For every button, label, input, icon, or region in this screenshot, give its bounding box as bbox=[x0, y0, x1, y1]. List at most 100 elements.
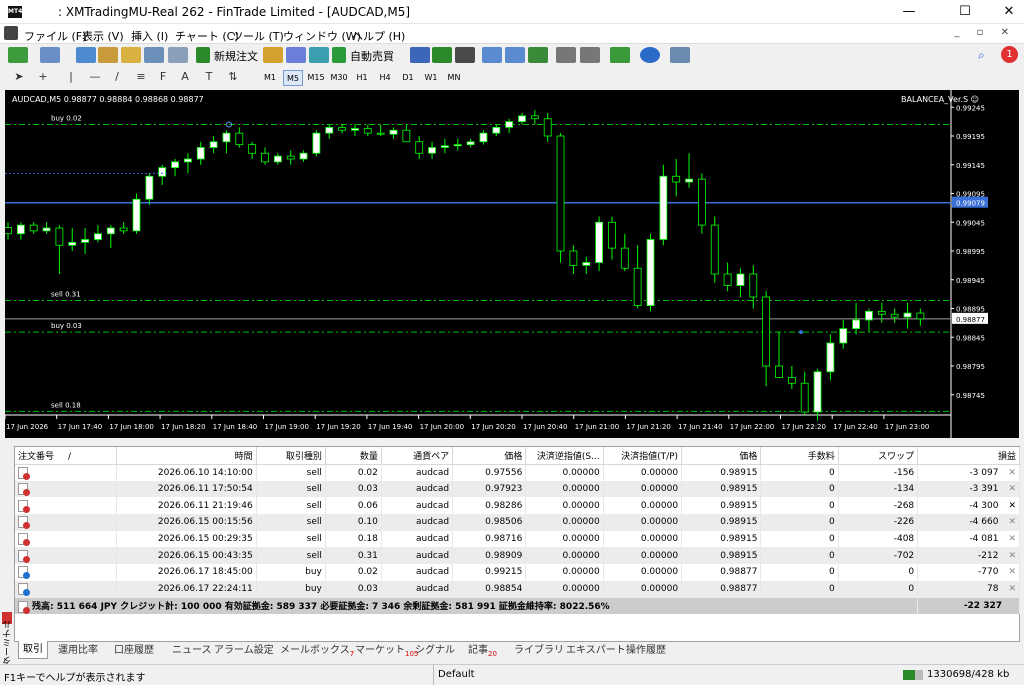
column-header[interactable]: 時間 bbox=[116, 447, 257, 465]
close-order-icon[interactable]: ✕ bbox=[1008, 468, 1016, 478]
vertical-line-icon[interactable]: | bbox=[62, 70, 80, 83]
terminal-icon[interactable] bbox=[144, 47, 164, 63]
trendline-icon[interactable]: / bbox=[108, 70, 126, 83]
tab-1[interactable]: 運用比率 bbox=[58, 642, 98, 660]
column-header[interactable]: 価格 bbox=[452, 447, 527, 465]
navigator-icon[interactable] bbox=[121, 47, 141, 63]
mdi-window-buttons[interactable]: _ ▫ ✕ bbox=[954, 27, 1016, 38]
auto-trading-button[interactable]: 自動売買 bbox=[350, 48, 394, 64]
market-watch-icon[interactable] bbox=[76, 47, 96, 63]
trade-row[interactable]: 2026.06.15 00:43:35 sell 0.31 audcad 0.98909… bbox=[15, 547, 1020, 565]
tab-4[interactable]: アラーム設定 bbox=[214, 642, 274, 660]
bar-chart-icon[interactable] bbox=[410, 47, 430, 63]
minimize-button[interactable]: — bbox=[886, 0, 932, 24]
periodicity-icon[interactable] bbox=[640, 47, 660, 63]
cursor-icon[interactable]: ➤ bbox=[10, 70, 28, 83]
menu-file[interactable]: ファイル (F) bbox=[24, 28, 86, 44]
price-chart[interactable]: buy 0.02 sell 0.31 buy 0.03 sell 0.18 0.9924… bbox=[5, 90, 1019, 438]
timeframe-mn[interactable]: MN bbox=[444, 70, 464, 86]
candlestick-chart-icon[interactable] bbox=[432, 47, 452, 63]
indicators-icon[interactable] bbox=[610, 47, 630, 63]
tab-11[interactable]: 操作履歴 bbox=[626, 642, 666, 660]
tab-3[interactable]: ニュース bbox=[172, 642, 212, 660]
tab-2[interactable]: 口座履歴 bbox=[114, 642, 154, 660]
profiles-icon[interactable] bbox=[40, 47, 60, 63]
menu-tools[interactable]: ツール (T) bbox=[232, 28, 284, 44]
cell-type-value: buy bbox=[305, 567, 322, 578]
arrows-icon[interactable]: ⇅ bbox=[224, 70, 242, 83]
channel-icon[interactable]: ≡ bbox=[132, 70, 150, 83]
line-chart-icon[interactable] bbox=[455, 47, 475, 63]
close-order-icon[interactable]: ✕ bbox=[1008, 534, 1016, 544]
crosshair-icon[interactable]: + bbox=[34, 70, 52, 83]
column-header[interactable]: 手数料 bbox=[760, 447, 839, 465]
close-order-icon[interactable]: ✕ bbox=[1008, 584, 1016, 594]
column-header[interactable]: 価格 bbox=[681, 447, 762, 465]
auto-scroll-icon[interactable] bbox=[580, 47, 600, 63]
trade-row[interactable]: 2026.06.11 17:50:54 sell 0.03 audcad 0.97923… bbox=[15, 480, 1020, 498]
trade-row[interactable]: 2026.06.15 00:15:56 sell 0.10 audcad 0.98506… bbox=[15, 514, 1020, 531]
tab-6[interactable]: マーケット105 bbox=[355, 642, 418, 660]
metaeditor-icon[interactable] bbox=[263, 47, 283, 63]
column-header[interactable]: 数量 bbox=[325, 447, 382, 465]
timeframe-w1[interactable]: W1 bbox=[421, 70, 441, 86]
trade-row[interactable]: 2026.06.17 18:45:00 buy 0.02 audcad 0.99215 0… bbox=[15, 564, 1020, 581]
timeframe-m30[interactable]: M30 bbox=[329, 70, 349, 86]
column-header[interactable]: 決済指値(T/P) bbox=[603, 447, 683, 465]
signals-icon[interactable] bbox=[286, 47, 306, 63]
trade-row[interactable]: 2026.06.10 14:10:00 sell 0.02 audcad 0.97556… bbox=[15, 464, 1020, 481]
menu-chart[interactable]: チャート (C) bbox=[175, 28, 239, 44]
text-label-icon[interactable]: T bbox=[200, 70, 218, 83]
menu-view[interactable]: 表示 (V) bbox=[82, 28, 124, 44]
vps-icon[interactable] bbox=[309, 47, 329, 63]
data-window-icon[interactable] bbox=[98, 47, 118, 63]
cell-vol: 0.02 bbox=[325, 564, 382, 581]
new-chart-icon[interactable] bbox=[8, 47, 28, 63]
column-header[interactable]: スワップ bbox=[838, 447, 919, 465]
tab-0[interactable]: 取引 bbox=[18, 641, 48, 659]
tab-8[interactable]: 記事20 bbox=[468, 642, 497, 660]
close-order-icon[interactable]: ✕ bbox=[1008, 484, 1016, 494]
menu-window[interactable]: ウィンドウ (W) bbox=[283, 28, 361, 44]
trade-row[interactable]: 2026.06.15 00:29:35 sell 0.18 audcad 0.98716… bbox=[15, 530, 1020, 548]
text-icon[interactable]: A bbox=[176, 70, 194, 83]
column-header[interactable]: 決済逆指値(S... bbox=[525, 447, 604, 465]
tab-9[interactable]: ライブラリ bbox=[514, 642, 564, 660]
timeframe-d1[interactable]: D1 bbox=[398, 70, 418, 86]
column-header[interactable]: 取引種別 bbox=[256, 447, 326, 465]
timeframe-m1[interactable]: M1 bbox=[260, 70, 280, 86]
chart-canvas[interactable]: buy 0.02 sell 0.31 buy 0.03 sell 0.18 0.9924… bbox=[5, 90, 1019, 438]
new-order-button[interactable]: 新規注文 bbox=[214, 48, 258, 64]
trade-row[interactable]: 2026.06.17 22:24:11 buy 0.03 audcad 0.98854 0… bbox=[15, 580, 1020, 598]
column-header[interactable]: 注文番号 / bbox=[15, 447, 118, 465]
column-header[interactable]: 損益 bbox=[917, 447, 1020, 465]
close-order-icon[interactable]: ✕ bbox=[1008, 501, 1016, 511]
trade-row[interactable]: 2026.06.11 21:19:46 sell 0.06 audcad 0.98286… bbox=[15, 497, 1020, 515]
column-header[interactable]: 通貨ペア bbox=[381, 447, 454, 465]
notification-badge[interactable]: 1 bbox=[1001, 46, 1018, 63]
templates-icon[interactable] bbox=[670, 47, 690, 63]
timeframe-h1[interactable]: H1 bbox=[352, 70, 372, 86]
menu-insert[interactable]: 挿入 (I) bbox=[131, 28, 168, 44]
fibonacci-icon[interactable]: F bbox=[154, 70, 172, 83]
chart-shift-icon[interactable] bbox=[556, 47, 576, 63]
tab-7[interactable]: シグナル bbox=[415, 642, 455, 660]
tile-windows-icon[interactable] bbox=[528, 47, 548, 63]
zoom-out-icon[interactable] bbox=[505, 47, 525, 63]
close-order-icon[interactable]: ✕ bbox=[1008, 567, 1016, 577]
tab-10[interactable]: エキスパート bbox=[566, 642, 626, 660]
timeframe-h4[interactable]: H4 bbox=[375, 70, 395, 86]
menu-help[interactable]: ヘルプ (H) bbox=[352, 28, 405, 44]
search-icon[interactable]: ⌕ bbox=[978, 48, 985, 63]
zoom-in-icon[interactable] bbox=[482, 47, 502, 63]
chart-window-icon[interactable] bbox=[4, 26, 18, 40]
close-order-icon[interactable]: ✕ bbox=[1008, 517, 1016, 527]
tester-icon[interactable] bbox=[168, 47, 188, 63]
close-button[interactable]: ✕ bbox=[986, 0, 1024, 24]
maximize-button[interactable]: ☐ bbox=[942, 0, 988, 24]
tab-5[interactable]: メールボックス7 bbox=[280, 642, 354, 660]
close-order-icon[interactable]: ✕ bbox=[1008, 551, 1016, 561]
timeframe-m5[interactable]: M5 bbox=[283, 70, 303, 86]
timeframe-m15[interactable]: M15 bbox=[306, 70, 326, 86]
horizontal-line-icon[interactable]: — bbox=[86, 70, 104, 83]
